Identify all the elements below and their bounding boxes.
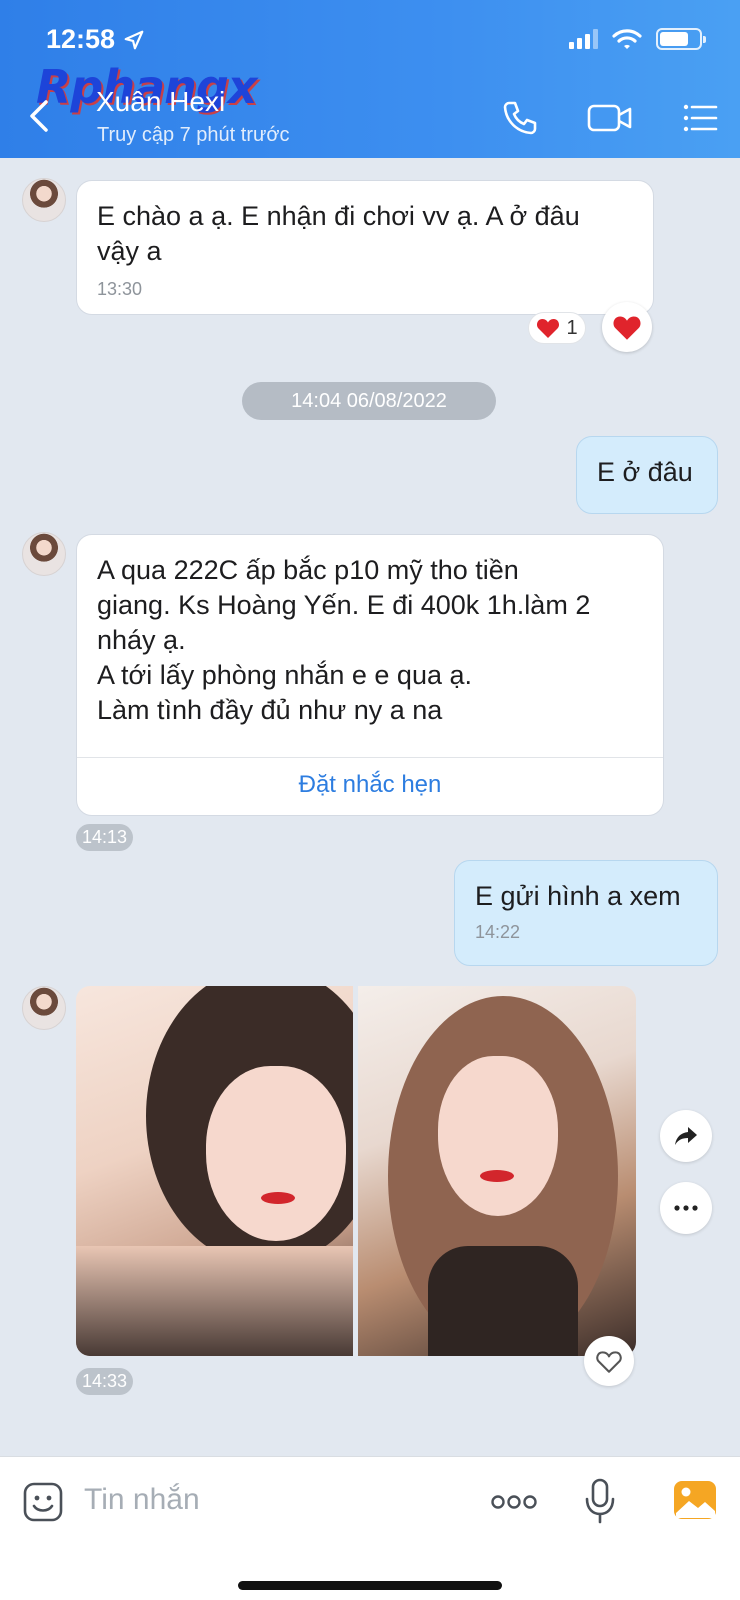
message-input[interactable]: Tin nhắn — [84, 1483, 200, 1517]
message-time: 14:22 — [475, 922, 521, 942]
reaction-count: 1 — [566, 316, 578, 339]
incoming-message-bubble[interactable]: A qua 222C ấp bắc p10 mỹ tho tiền giang.… — [76, 534, 664, 816]
share-arrow-icon — [675, 1127, 697, 1145]
message-time: 14:33 — [76, 1368, 134, 1395]
react-heart-button[interactable] — [584, 1336, 634, 1386]
react-heart-button[interactable] — [602, 302, 652, 352]
cellular-signal-icon — [569, 29, 598, 49]
divider — [77, 757, 663, 758]
message-text-line: vậy a — [97, 236, 162, 266]
status-icons — [569, 28, 706, 50]
forward-button[interactable] — [660, 1110, 712, 1162]
more-options-icon[interactable] — [490, 1493, 538, 1511]
message-input-bar: Tin nhắn — [0, 1456, 740, 1600]
message-text-line: A qua 222C ấp bắc p10 mỹ tho tiền — [97, 555, 519, 585]
contact-avatar[interactable] — [22, 986, 66, 1030]
message-text-line: E chào a ạ. E nhận đi chơi vv ạ. A ở đâu — [97, 201, 580, 231]
contact-last-seen: Truy cập 7 phút trước — [97, 124, 290, 146]
phone-call-icon[interactable] — [500, 98, 540, 138]
menu-list-icon[interactable] — [680, 98, 720, 138]
wifi-icon — [612, 29, 642, 49]
message-text-line: A tới lấy phòng nhắn e e qua ạ. — [97, 660, 472, 690]
battery-icon — [656, 28, 706, 50]
contact-avatar[interactable] — [22, 532, 66, 576]
chat-header: 12:58 Rphangx Xuân Hexi Truy cập 7 phút … — [0, 0, 740, 158]
outgoing-message-bubble[interactable]: E ở đâu — [576, 436, 718, 514]
message-time: 14:13 — [76, 824, 134, 851]
date-separator: 14:04 06/08/2022 — [242, 382, 496, 420]
message-time: 13:30 — [97, 279, 143, 299]
clock-text: 12:58 — [46, 24, 116, 54]
message-text: E gửi hình a xem — [475, 881, 681, 911]
home-indicator — [238, 1581, 502, 1590]
photo-thumbnail[interactable] — [76, 986, 353, 1356]
microphone-icon[interactable] — [584, 1477, 616, 1525]
message-text-line: giang. Ks Hoàng Yến. E đi 400k 1h.làm 2 — [97, 590, 591, 620]
message-text-line: nháy ạ. — [97, 625, 186, 655]
video-call-icon[interactable] — [586, 98, 634, 138]
contact-name[interactable]: Xuân Hexi — [96, 86, 225, 118]
more-dots-icon — [674, 1205, 698, 1211]
set-reminder-link[interactable]: Đặt nhắc hẹn — [77, 771, 663, 799]
outgoing-message-bubble[interactable]: E gửi hình a xem 14:22 — [454, 860, 718, 966]
sticker-smiley-icon[interactable] — [22, 1481, 64, 1523]
location-arrow-icon — [124, 30, 144, 49]
incoming-message-bubble[interactable]: E chào a ạ. E nhận đi chơi vv ạ. A ở đâu… — [76, 180, 654, 315]
contact-avatar[interactable] — [22, 178, 66, 222]
reaction-count-badge[interactable]: 1 — [528, 312, 586, 344]
message-text-line: Làm tình đầy đủ như ny a na — [97, 695, 443, 725]
gallery-image-icon[interactable] — [672, 1477, 718, 1523]
back-arrow-icon[interactable] — [24, 96, 54, 136]
message-text: E ở đâu — [597, 457, 693, 487]
heart-icon — [537, 319, 560, 338]
heart-outline-icon — [596, 1350, 622, 1373]
heart-icon — [613, 315, 641, 340]
more-options-button[interactable] — [660, 1182, 712, 1234]
photo-thumbnail[interactable] — [358, 986, 636, 1356]
status-bar-time: 12:58 — [46, 24, 145, 55]
